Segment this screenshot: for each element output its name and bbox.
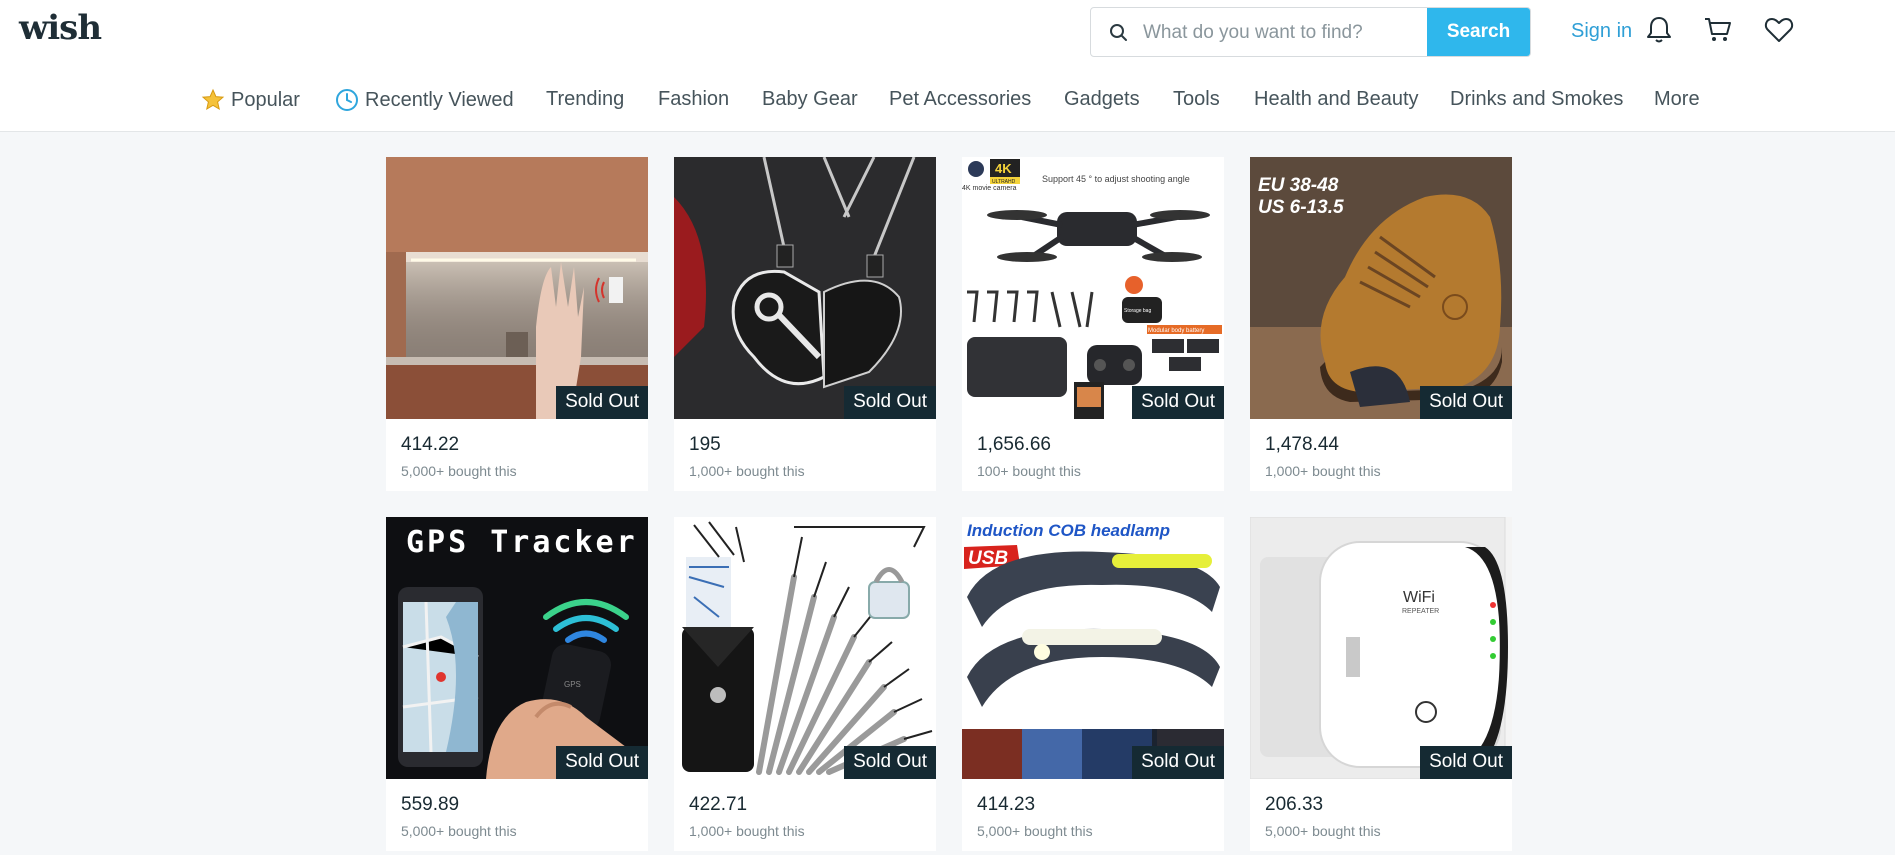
nav-label: Popular	[231, 88, 300, 111]
nav-tools[interactable]: Tools	[1173, 88, 1220, 111]
product-price: 414.23	[977, 794, 1036, 815]
search-icon	[1110, 24, 1127, 41]
product-bought-count: 5,000+ bought this	[1265, 823, 1381, 839]
star-icon	[201, 88, 225, 111]
product-bought-count: 5,000+ bought this	[401, 823, 517, 839]
svg-text:US 6-13.5: US 6-13.5	[1258, 197, 1344, 218]
category-nav: Popular Recently Viewed Trending Fashion…	[0, 88, 1895, 120]
sold-out-badge: Sold Out	[556, 746, 648, 779]
nav-trending[interactable]: Trending	[546, 88, 624, 111]
sold-out-badge: Sold Out	[1420, 746, 1512, 779]
search-bar: Search	[1090, 7, 1531, 57]
svg-text:Storage bag: Storage bag	[1124, 308, 1151, 314]
product-price: 1,656.66	[977, 434, 1051, 455]
svg-text:Induction COB headlamp: Induction COB headlamp	[967, 521, 1170, 540]
svg-text:Modular body battery: Modular body battery	[1148, 328, 1204, 334]
product-price: 422.71	[689, 794, 748, 815]
headlamp-image: Induction COB headlamp USB	[962, 517, 1224, 779]
product-card[interactable]: Sold Out 414.22 5,000+ bought this	[386, 157, 648, 491]
product-image: Sold Out	[386, 157, 648, 419]
product-card[interactable]: Sold Out 422.71 1,000+ bought this	[674, 517, 936, 851]
sold-out-badge: Sold Out	[1132, 386, 1224, 419]
product-image: Induction COB headlamp USB Sold Out	[962, 517, 1224, 779]
wish-logo[interactable]: wish	[19, 8, 102, 48]
top-header: wish Search Sign in Popular Recently Vie…	[0, 0, 1895, 132]
product-image: Sold Out	[674, 517, 936, 779]
product-bought-count: 100+ bought this	[977, 463, 1081, 479]
search-button[interactable]: Search	[1427, 8, 1530, 56]
necklace-image	[674, 157, 936, 419]
clock-icon	[336, 89, 358, 111]
product-card[interactable]: Induction COB headlamp USB Sold Out 414.…	[962, 517, 1224, 851]
wifi-repeater-image: WiFi REPEATER	[1250, 517, 1512, 779]
product-card[interactable]: 4K ULTRAHD 4K movie camera Support 45 ° …	[962, 157, 1224, 491]
nav-more[interactable]: More	[1654, 88, 1700, 111]
cart-icon[interactable]	[1702, 14, 1734, 46]
led-strip-image	[386, 157, 648, 419]
svg-text:Support 45 ° to adjust shootin: Support 45 ° to adjust shooting angle	[1042, 174, 1190, 184]
product-bought-count: 1,000+ bought this	[689, 823, 805, 839]
product-card[interactable]: WiFi REPEATER Sold Out 206.33 5,000+ bou…	[1250, 517, 1512, 851]
product-bought-count: 5,000+ bought this	[977, 823, 1093, 839]
nav-recently-viewed[interactable]: Recently Viewed	[335, 88, 514, 112]
nav-gadgets[interactable]: Gadgets	[1064, 88, 1140, 111]
product-image: 4K ULTRAHD 4K movie camera Support 45 ° …	[962, 157, 1224, 419]
nav-health-and-beauty[interactable]: Health and Beauty	[1254, 88, 1419, 111]
product-image: WiFi REPEATER Sold Out	[1250, 517, 1512, 779]
product-image: EU 38-48 US 6-13.5 Sold Out	[1250, 157, 1512, 419]
sold-out-badge: Sold Out	[1420, 386, 1512, 419]
svg-text:4K: 4K	[995, 161, 1012, 176]
product-bought-count: 1,000+ bought this	[689, 463, 805, 479]
nav-label: Recently Viewed	[365, 88, 514, 111]
svg-text:EU 38-48: EU 38-48	[1258, 175, 1339, 196]
bell-icon[interactable]	[1643, 14, 1675, 46]
boot-image: EU 38-48 US 6-13.5	[1250, 157, 1512, 419]
nav-baby-gear[interactable]: Baby Gear	[762, 88, 858, 111]
drone-image: 4K ULTRAHD 4K movie camera Support 45 ° …	[962, 157, 1224, 419]
svg-text:REPEATER: REPEATER	[1402, 608, 1439, 615]
product-card[interactable]: GPS Tracker GPS Sold Out 559.89 5,000+ b…	[386, 517, 648, 851]
svg-text:GPS Tracker: GPS Tracker	[406, 525, 638, 560]
product-price: 414.22	[401, 434, 460, 455]
product-image: GPS Tracker GPS Sold Out	[386, 517, 648, 779]
sold-out-badge: Sold Out	[1132, 746, 1224, 779]
sold-out-badge: Sold Out	[844, 386, 936, 419]
product-card[interactable]: Sold Out 195 1,000+ bought this	[674, 157, 936, 491]
product-price: 206.33	[1265, 794, 1324, 815]
svg-text:GPS: GPS	[564, 680, 581, 689]
nav-fashion[interactable]: Fashion	[658, 88, 729, 111]
heart-icon[interactable]	[1763, 14, 1795, 46]
sign-in-link[interactable]: Sign in	[1571, 20, 1632, 43]
nav-popular[interactable]: Popular	[201, 88, 300, 112]
product-bought-count: 5,000+ bought this	[401, 463, 517, 479]
product-card[interactable]: EU 38-48 US 6-13.5 Sold Out 1,478.44 1,0…	[1250, 157, 1512, 491]
sold-out-badge: Sold Out	[844, 746, 936, 779]
product-price: 1,478.44	[1265, 434, 1339, 455]
nav-pet-accessories[interactable]: Pet Accessories	[889, 88, 1031, 111]
sold-out-badge: Sold Out	[556, 386, 648, 419]
svg-text:WiFi: WiFi	[1403, 589, 1435, 606]
gps-tracker-image: GPS Tracker GPS	[386, 517, 648, 779]
product-grid: Sold Out 414.22 5,000+ bought this Sold …	[386, 157, 1512, 851]
product-bought-count: 1,000+ bought this	[1265, 463, 1381, 479]
product-price: 559.89	[401, 794, 460, 815]
lock-pick-image	[674, 517, 936, 779]
nav-drinks-and-smokes[interactable]: Drinks and Smokes	[1450, 88, 1623, 111]
product-image: Sold Out	[674, 157, 936, 419]
search-input[interactable]	[1141, 8, 1465, 56]
product-price: 195	[689, 434, 721, 455]
svg-text:4K movie camera: 4K movie camera	[962, 185, 1017, 192]
